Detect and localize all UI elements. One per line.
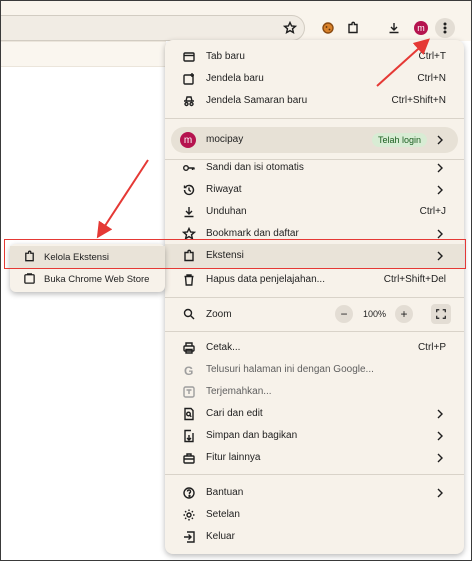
menu-item-downloads[interactable]: Unduhan Ctrl+J (165, 201, 464, 223)
chrome-main-menu: Tab baru Ctrl+T Jendela baru Ctrl+N Jend… (165, 40, 464, 554)
google-g-icon: G (184, 364, 193, 377)
print-icon (183, 342, 195, 354)
menu-divider (165, 331, 464, 332)
menu-item-print[interactable]: Cetak... Ctrl+P (165, 337, 464, 359)
key-icon (183, 164, 195, 171)
chevron-right-icon (437, 185, 443, 195)
chrome-menu-button[interactable] (435, 18, 455, 38)
extension-cookie-icon[interactable] (318, 18, 338, 38)
menu-divider (165, 297, 464, 298)
chevron-right-icon (437, 135, 443, 145)
help-icon (183, 487, 195, 499)
web-store-icon (24, 273, 35, 284)
zoom-in-button[interactable]: + (395, 305, 413, 323)
menu-item-search-google[interactable]: G Telusuri halaman ini dengan Google... (165, 359, 464, 381)
menu-item-exit[interactable]: Keluar (165, 526, 464, 548)
incognito-icon (184, 96, 194, 107)
menu-item-translate[interactable]: Terjemahkan... (165, 381, 464, 403)
translate-icon (183, 386, 195, 398)
menu-item-history[interactable]: Riwayat (165, 179, 464, 201)
submenu-item-web-store[interactable]: Buka Chrome Web Store (10, 268, 165, 290)
menu-item-new-window[interactable]: Jendela baru Ctrl+N (165, 68, 464, 90)
profile-name: mocipay (206, 134, 244, 145)
bookmark-star-icon[interactable] (280, 18, 300, 38)
menu-item-clear-data[interactable]: Hapus data penjelajahan... Ctrl+Shift+De… (165, 269, 464, 291)
menu-item-more-tools[interactable]: Fitur lainnya (165, 447, 464, 469)
download-icon (184, 207, 194, 218)
menu-item-save-share[interactable]: Simpan dan bagikan (165, 425, 464, 447)
new-window-icon (183, 73, 194, 85)
zoom-level: 100% (363, 309, 387, 319)
svg-text:G: G (184, 364, 193, 377)
chevron-right-icon (437, 431, 443, 441)
fullscreen-icon (436, 309, 446, 319)
menu-item-incognito[interactable]: Jendela Samaran baru Ctrl+Shift+N (165, 90, 464, 112)
signed-in-badge: Telah login (372, 133, 428, 147)
menu-zoom-row: Zoom − 100% + (165, 302, 464, 326)
toolbox-icon (183, 453, 195, 464)
menu-divider (165, 474, 464, 475)
chevron-right-icon (437, 488, 443, 498)
browser-toolbar: m (1, 1, 471, 41)
avatar: m (414, 21, 428, 35)
menu-item-new-tab[interactable]: Tab baru Ctrl+T (165, 46, 464, 68)
chevron-right-icon (437, 409, 443, 419)
download-icon[interactable] (384, 18, 404, 38)
menu-item-settings[interactable]: Setelan (165, 504, 464, 526)
zoom-out-button[interactable]: − (335, 305, 353, 323)
new-tab-icon (183, 52, 195, 62)
trash-icon (184, 274, 194, 286)
profile-row[interactable]: m mocipay Telah login (171, 127, 458, 153)
chevron-right-icon (437, 163, 443, 173)
gear-icon (183, 509, 195, 521)
avatar: m (180, 132, 196, 148)
bookmarks-bar (1, 41, 166, 67)
menu-item-find-edit[interactable]: Cari dan edit (165, 403, 464, 425)
exit-icon (184, 531, 195, 543)
fullscreen-button[interactable] (431, 304, 451, 324)
zoom-magnifier-icon (183, 308, 195, 320)
highlight-box (4, 239, 466, 269)
kebab-menu-icon (443, 22, 447, 34)
save-share-icon (184, 429, 194, 443)
profile-avatar-button[interactable]: m (411, 18, 431, 38)
find-document-icon (184, 407, 194, 421)
extensions-puzzle-icon[interactable] (343, 18, 363, 38)
history-icon (183, 184, 195, 196)
address-bar[interactable] (1, 15, 305, 41)
menu-divider (165, 118, 464, 119)
chevron-right-icon (437, 453, 443, 463)
menu-item-passwords[interactable]: Sandi dan isi otomatis (165, 157, 464, 179)
menu-item-help[interactable]: Bantuan (165, 482, 464, 504)
